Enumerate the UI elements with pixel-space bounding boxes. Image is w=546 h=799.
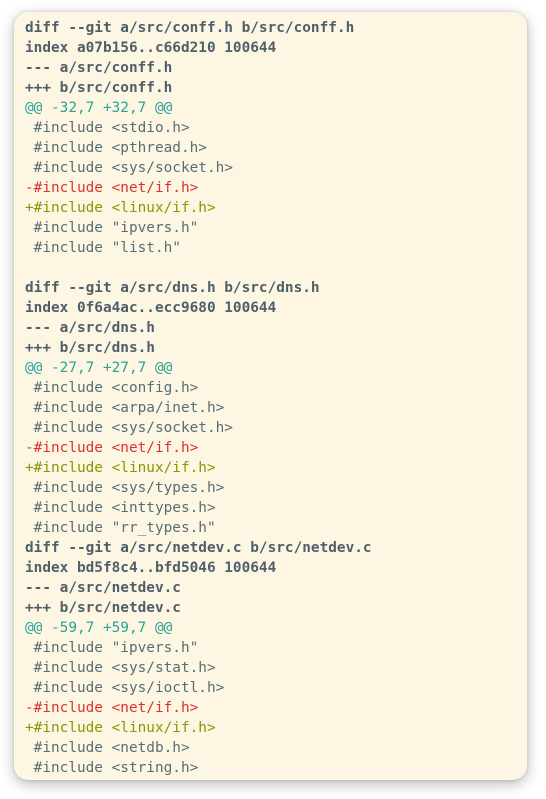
context-line: #include <pthread.h>	[25, 140, 207, 156]
terminal-output[interactable]: diff --git a/src/conff.h b/src/conff.h in…	[25, 18, 521, 780]
context-line: #include <stdio.h>	[25, 120, 190, 136]
added-line: +#include <linux/if.h>	[25, 200, 216, 216]
added-line: +#include <linux/if.h>	[25, 720, 216, 736]
diff-header-line: diff --git a/src/dns.h b/src/dns.h	[25, 280, 320, 296]
diff-header-line: +++ b/src/conff.h	[25, 80, 173, 96]
context-line: #include <sys/socket.h>	[25, 160, 233, 176]
removed-line: -#include <net/if.h>	[25, 440, 199, 456]
diff-header-line: --- a/src/netdev.c	[25, 580, 181, 596]
context-line: #include <sys/types.h>	[25, 480, 225, 496]
context-line: #include <string.h>	[25, 760, 199, 776]
diff-header-line: index bd5f8c4..bfd5046 100644	[25, 560, 277, 576]
diff-header-line: diff --git a/src/conff.h b/src/conff.h	[25, 20, 355, 36]
added-line: +#include <linux/if.h>	[25, 460, 216, 476]
hunk-header-line: @@ -32,7 +32,7 @@	[25, 100, 173, 116]
context-line: #include <sys/socket.h>	[25, 420, 233, 436]
diff-header-line: +++ b/src/dns.h	[25, 340, 155, 356]
context-line: #include "rr_types.h"	[25, 520, 216, 536]
diff-header-line: index 0f6a4ac..ecc9680 100644	[25, 300, 277, 316]
diff-header-line: index a07b156..c66d210 100644	[25, 40, 277, 56]
context-line: #include <inttypes.h>	[25, 500, 216, 516]
context-line: #include "ipvers.h"	[25, 640, 199, 656]
context-line: #include "ipvers.h"	[25, 220, 199, 236]
diff-header-line: --- a/src/dns.h	[25, 320, 155, 336]
context-line: #include <arpa/inet.h>	[25, 400, 225, 416]
cursor-line	[25, 778, 521, 780]
removed-line: -#include <net/if.h>	[25, 180, 199, 196]
removed-line: -#include <net/if.h>	[25, 700, 199, 716]
context-line: #include <sys/ioctl.h>	[25, 680, 225, 696]
terminal-window: diff --git a/src/conff.h b/src/conff.h in…	[14, 12, 527, 780]
context-line: #include <config.h>	[25, 380, 199, 396]
diff-header-line: diff --git a/src/netdev.c b/src/netdev.c	[25, 540, 372, 556]
context-line: #include <netdb.h>	[25, 740, 190, 756]
diff-header-line: +++ b/src/netdev.c	[25, 600, 181, 616]
diff-header-line: --- a/src/conff.h	[25, 60, 173, 76]
hunk-header-line: @@ -27,7 +27,7 @@	[25, 360, 173, 376]
context-line: #include <sys/stat.h>	[25, 660, 216, 676]
context-line: #include "list.h"	[25, 240, 181, 256]
hunk-header-line: @@ -59,7 +59,7 @@	[25, 620, 173, 636]
